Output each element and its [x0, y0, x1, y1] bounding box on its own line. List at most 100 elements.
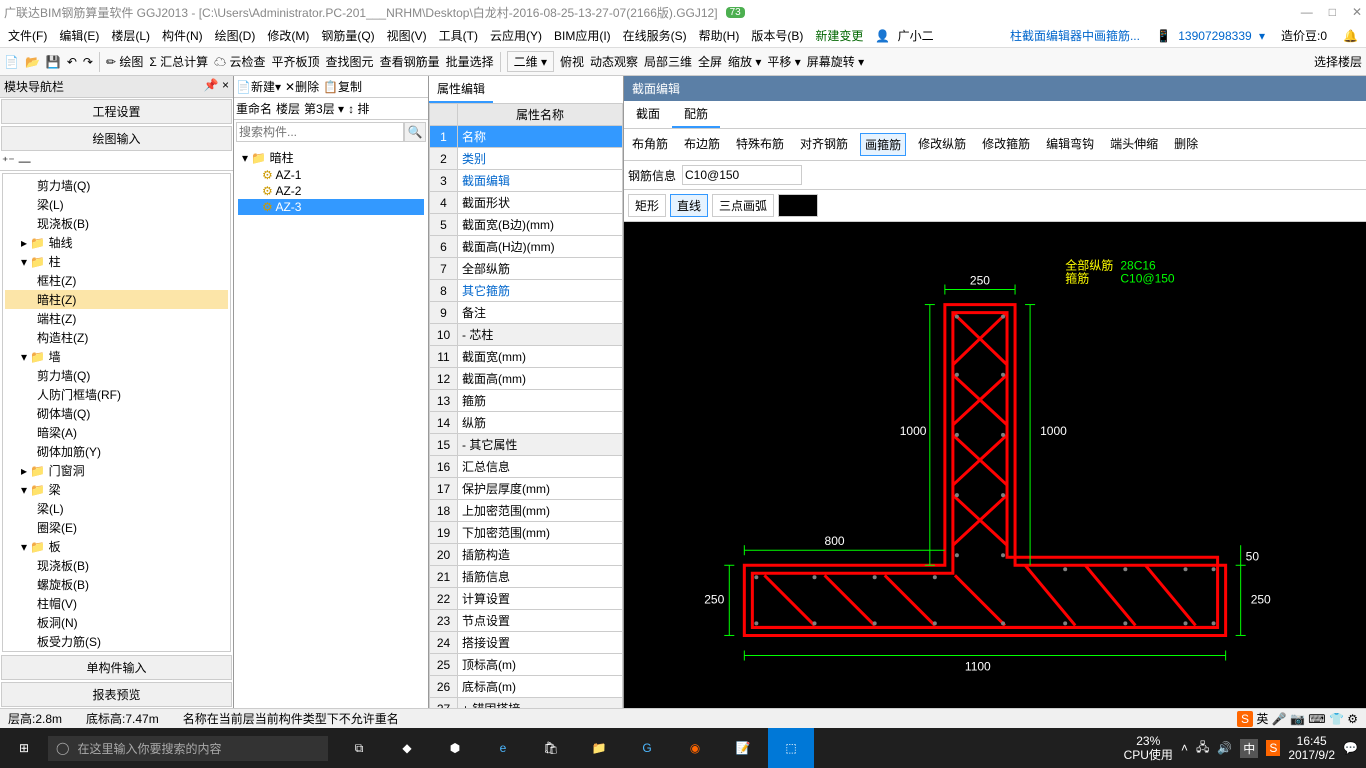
taskbar-explorer-icon[interactable]: 📁 — [576, 728, 622, 768]
tree-node[interactable]: ▸ 📁 门窗洞 — [5, 461, 228, 480]
rebar-tool[interactable]: 删除 — [1170, 133, 1202, 156]
user-label[interactable]: 👤 广小二 — [871, 25, 941, 46]
view-rebar-button[interactable]: 查看钢筋量 — [380, 53, 440, 70]
rebar-tool[interactable]: 画箍筋 — [860, 133, 906, 156]
project-settings-button[interactable]: 工程设置 — [1, 99, 232, 124]
section-editor-link[interactable]: 柱截面编辑器中画箍筋... — [1006, 25, 1144, 46]
pan-button[interactable]: 平移 ▾ — [767, 53, 800, 70]
taskbar-app-2[interactable]: ⬢ — [432, 728, 478, 768]
open-icon[interactable]: 📂 — [25, 55, 40, 69]
tree-node[interactable]: ▾ 📁 柱 — [5, 252, 228, 271]
menu-draw[interactable]: 绘图(D) — [211, 25, 260, 46]
property-row[interactable]: 25 顶标高(m) — [430, 654, 623, 676]
property-row[interactable]: 27+ 锚固搭接 — [430, 698, 623, 709]
redo-icon[interactable]: ↷ — [83, 55, 93, 69]
property-row[interactable]: 13 箍筋 — [430, 390, 623, 412]
tree-node[interactable]: 现浇板(B) — [5, 556, 228, 575]
menu-view[interactable]: 视图(V) — [383, 25, 431, 46]
section-canvas[interactable]: 250 1000 1000 50 800 250 250 1100 全部纵筋 箍… — [624, 222, 1366, 708]
floor-dropdown[interactable]: 第3层 ▾ — [304, 100, 344, 117]
pin-icon[interactable]: 📌 × — [204, 78, 229, 95]
taskbar-app-1[interactable]: ◆ — [384, 728, 430, 768]
property-row[interactable]: 23 节点设置 — [430, 610, 623, 632]
sum-button[interactable]: Σ 汇总计算 — [149, 53, 208, 70]
list-item[interactable]: ⚙ AZ-1 — [238, 167, 424, 183]
property-row[interactable]: 3截面编辑 — [430, 170, 623, 192]
tree-node[interactable]: 螺旋板(B) — [5, 575, 228, 594]
undo-icon[interactable]: ↶ — [67, 55, 77, 69]
rebar-tool[interactable]: 修改箍筋 — [978, 133, 1034, 156]
taskbar-store-icon[interactable]: 🛍 — [528, 728, 574, 768]
tree-collapse-icon[interactable]: — — [19, 154, 31, 168]
menu-floor[interactable]: 楼层(L) — [107, 25, 154, 46]
phone-link[interactable]: 📱 13907298339 ▾ — [1152, 27, 1269, 45]
draw-button[interactable]: ✏ 绘图 — [106, 53, 143, 70]
tree-node[interactable]: 暗梁(A) — [5, 423, 228, 442]
taskbar-current-app[interactable]: ⬚ — [768, 728, 814, 768]
tree-expand-icon[interactable]: ⁺⁻ — [2, 154, 15, 168]
tree-node[interactable]: 板受力筋(S) — [5, 632, 228, 651]
tree-node[interactable]: 柱帽(V) — [5, 594, 228, 613]
rebar-info-input[interactable] — [682, 165, 802, 185]
property-row[interactable]: 9备注 — [430, 302, 623, 324]
tray-ime-icon[interactable]: 中 — [1240, 739, 1258, 758]
report-preview-button[interactable]: 报表预览 — [1, 682, 232, 707]
search-button[interactable]: 🔍 — [404, 122, 426, 142]
draw-mode[interactable]: 三点画弧 — [712, 194, 774, 217]
task-view-icon[interactable]: ⧉ — [336, 728, 382, 768]
new-icon[interactable]: 📄 — [4, 55, 19, 69]
tree-node[interactable]: 构造柱(Z) — [5, 328, 228, 347]
tree-node[interactable]: 人防门框墙(RF) — [5, 385, 228, 404]
draw-input-button[interactable]: 绘图输入 — [1, 126, 232, 151]
tree-node[interactable]: 暗柱(Z) — [5, 290, 228, 309]
tree-node[interactable]: ▾ 📁 梁 — [5, 480, 228, 499]
color-swatch[interactable]: ▾ — [778, 194, 818, 217]
component-tree[interactable]: 剪力墙(Q)梁(L)现浇板(B)▸ 📁 轴线▾ 📁 柱框柱(Z)暗柱(Z)端柱(… — [2, 173, 231, 652]
property-row[interactable]: 4截面形状 — [430, 192, 623, 214]
tree-node[interactable]: 剪力墙(Q) — [5, 366, 228, 385]
rebar-tool[interactable]: 布边筋 — [680, 133, 724, 156]
taskbar-clock[interactable]: 16:452017/9/2 — [1288, 734, 1335, 763]
tree-node[interactable]: 板负筋(F) — [5, 651, 228, 652]
local-3d-button[interactable]: 局部三维 — [644, 53, 692, 70]
section-tab[interactable]: 配筋 — [672, 101, 720, 128]
property-row[interactable]: 24 搭接设置 — [430, 632, 623, 654]
property-row[interactable]: 1名称 — [430, 126, 623, 148]
zoom-button[interactable]: 缩放 ▾ — [728, 53, 761, 70]
fullscreen-button[interactable]: 全屏 — [698, 53, 722, 70]
tree-node[interactable]: 砌体墙(Q) — [5, 404, 228, 423]
bell-icon[interactable]: 🔔 — [1339, 27, 1362, 45]
tree-node[interactable]: 端柱(Z) — [5, 309, 228, 328]
cloud-check-button[interactable]: ☁ 云检查 — [214, 53, 265, 70]
property-row[interactable]: 8其它箍筋 — [430, 280, 623, 302]
menu-cloud[interactable]: 云应用(Y) — [486, 25, 546, 46]
tray-volume-icon[interactable]: 🔊 — [1217, 741, 1232, 755]
property-row[interactable]: 12 截面高(mm) — [430, 368, 623, 390]
property-row[interactable]: 11 截面宽(mm) — [430, 346, 623, 368]
save-icon[interactable]: 💾 — [46, 55, 61, 69]
property-row[interactable]: 14 纵筋 — [430, 412, 623, 434]
rotate-button[interactable]: 屏幕旋转 ▾ — [807, 53, 864, 70]
menu-help[interactable]: 帮助(H) — [695, 25, 744, 46]
tree-node[interactable]: 现浇板(B) — [5, 214, 228, 233]
rename-button[interactable]: 重命名 — [236, 100, 272, 117]
rebar-tool[interactable]: 特殊布筋 — [732, 133, 788, 156]
tree-node[interactable]: 板洞(N) — [5, 613, 228, 632]
property-row[interactable]: 2类别 — [430, 148, 623, 170]
property-row[interactable]: 5截面宽(B边)(mm) — [430, 214, 623, 236]
batch-select-button[interactable]: 批量选择 — [446, 53, 494, 70]
select-floor-button[interactable]: 选择楼层 — [1314, 53, 1362, 70]
list-item[interactable]: ⚙ AZ-3 — [238, 199, 424, 215]
menu-edit[interactable]: 编辑(E) — [55, 25, 103, 46]
menu-bim[interactable]: BIM应用(I) — [550, 25, 615, 46]
view-2d-dropdown[interactable]: 二维 ▾ — [507, 51, 554, 72]
property-row[interactable]: 22 计算设置 — [430, 588, 623, 610]
property-row[interactable]: 7全部纵筋 — [430, 258, 623, 280]
list-item[interactable]: ⚙ AZ-2 — [238, 183, 424, 199]
tray-up-icon[interactable]: ˄ — [1181, 741, 1188, 755]
draw-mode[interactable]: 直线 — [670, 194, 708, 217]
tree-node[interactable]: 砌体加筋(Y) — [5, 442, 228, 461]
new-change-button[interactable]: 新建变更 — [811, 25, 867, 46]
rebar-tool[interactable]: 对齐钢筋 — [796, 133, 852, 156]
align-top-button[interactable]: 平齐板顶 — [272, 53, 320, 70]
